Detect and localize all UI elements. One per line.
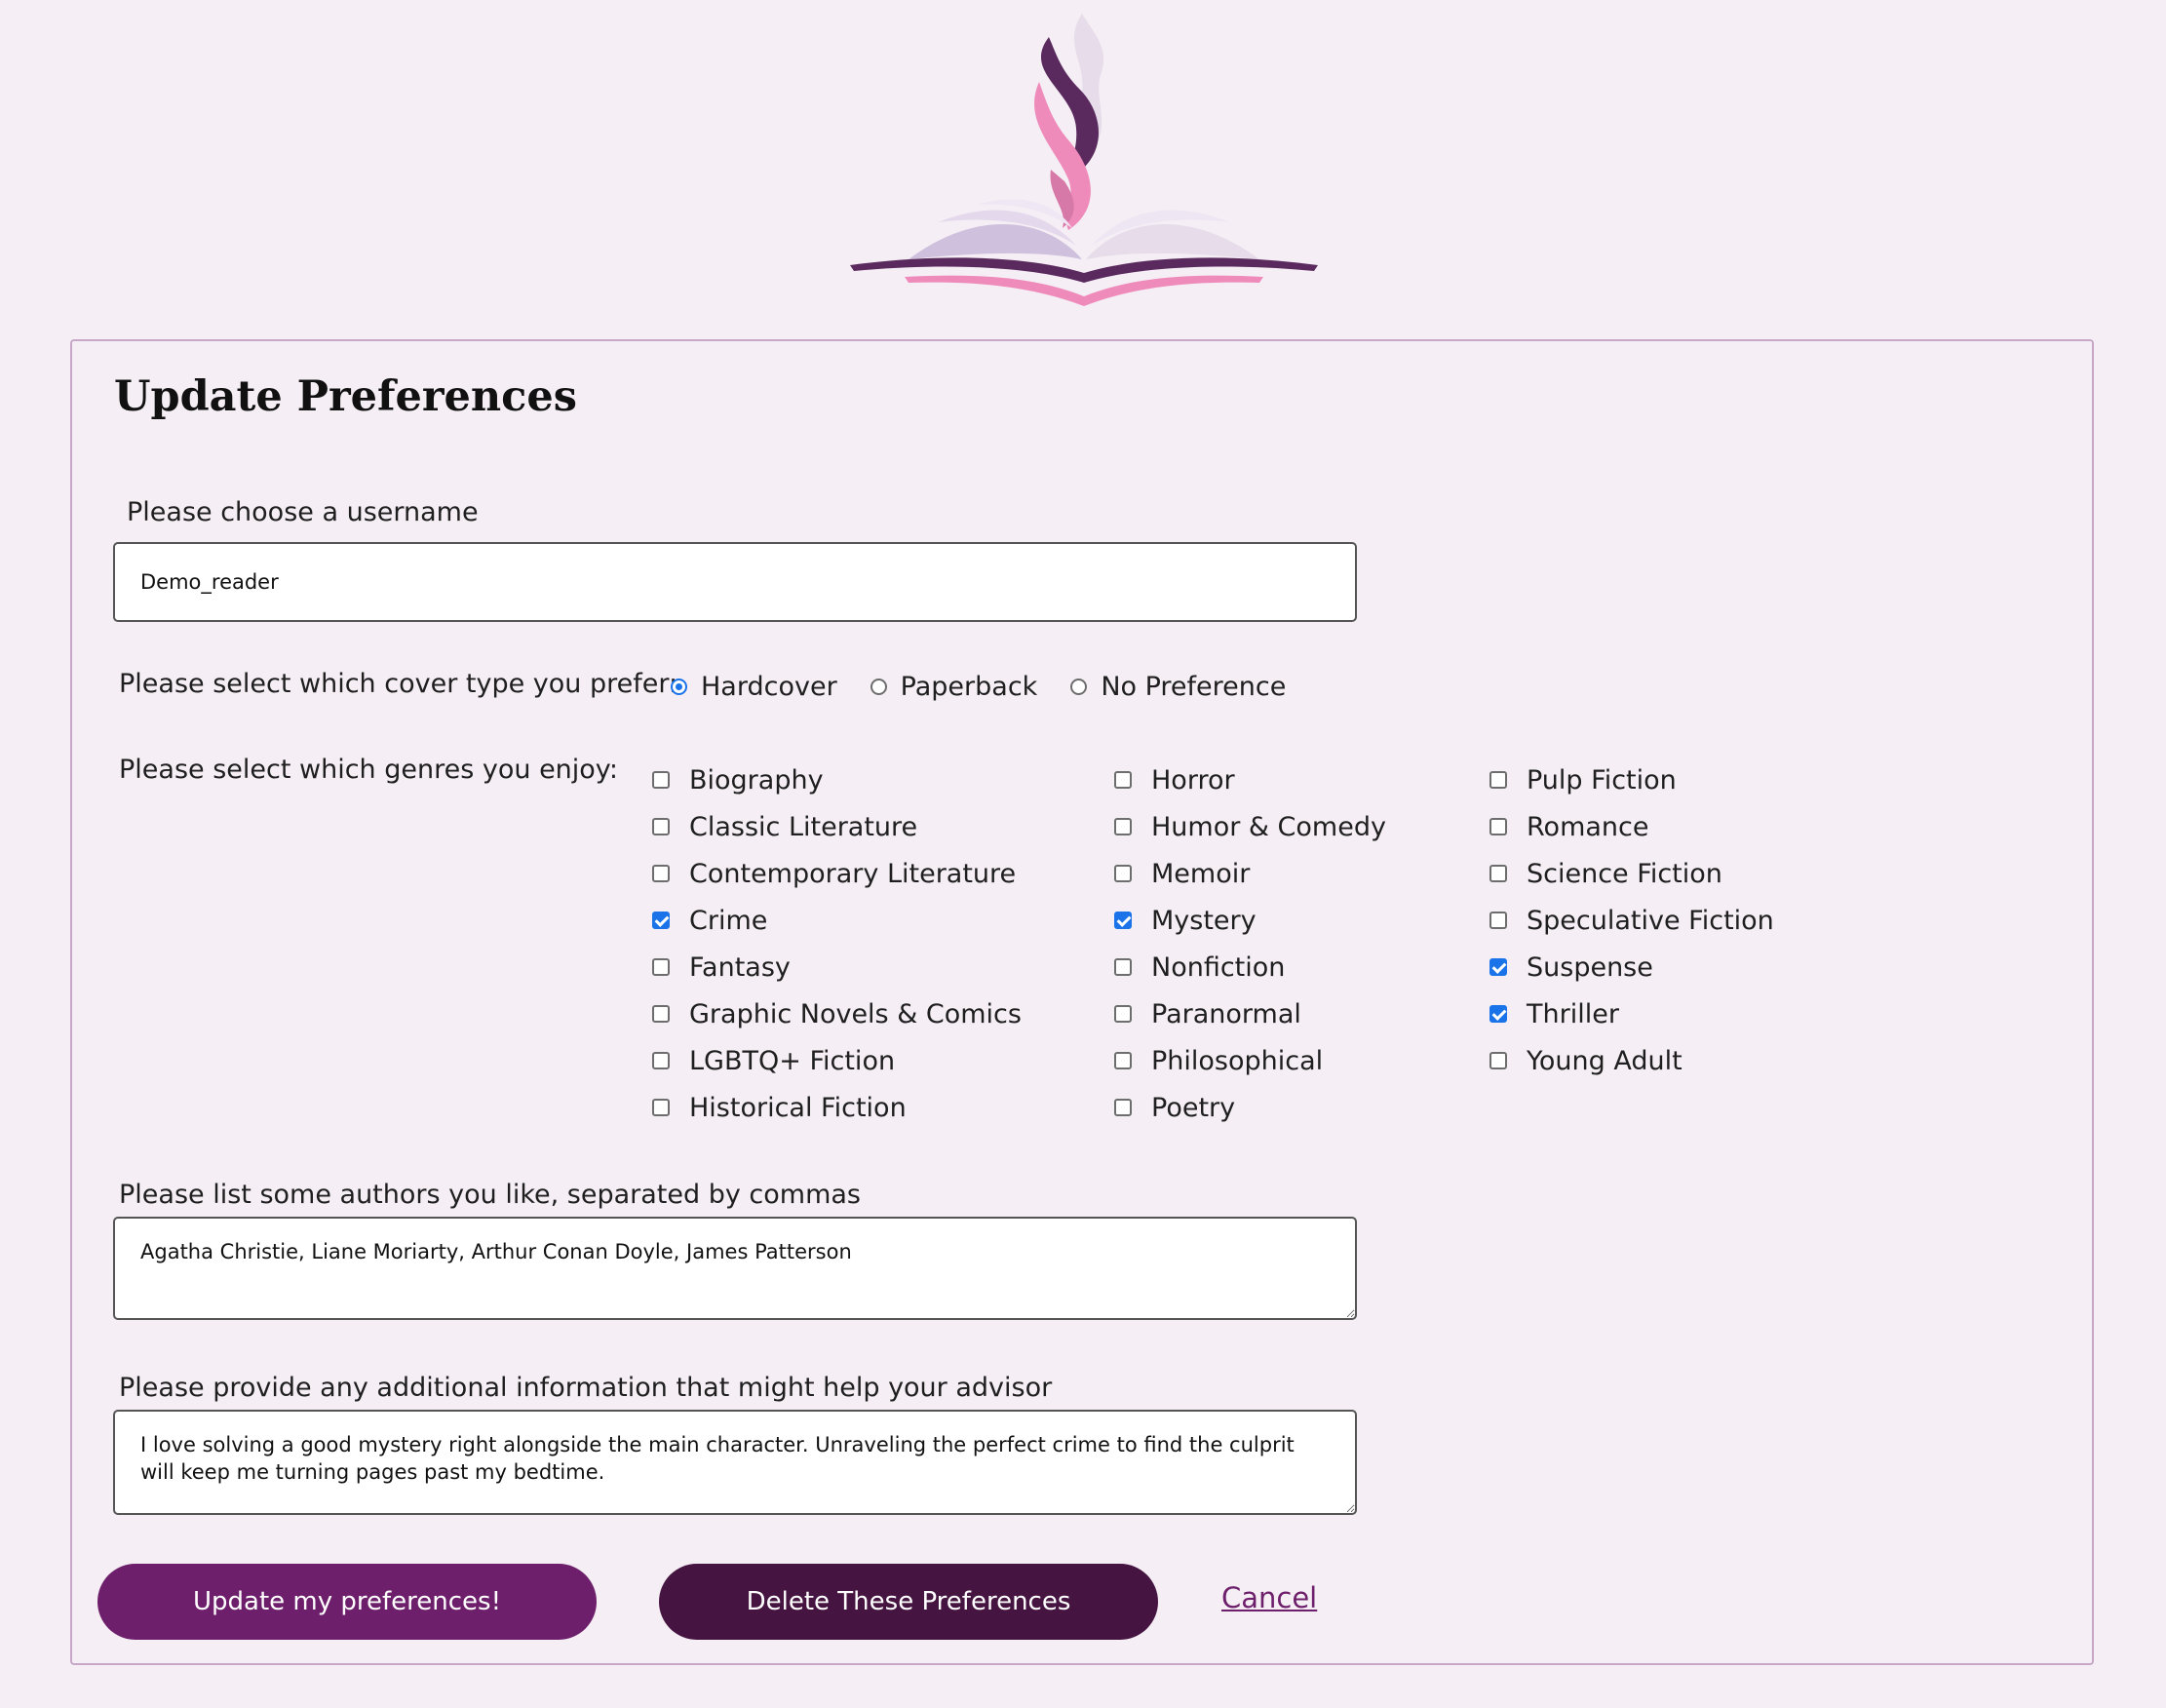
genre-label-thriller[interactable]: Thriller <box>1527 999 1619 1029</box>
genre-checkbox-philosophical[interactable]: Philosophical <box>1114 1037 1386 1084</box>
genre-label-romance[interactable]: Romance <box>1527 812 1648 842</box>
genre-label-lgbtq-fiction[interactable]: LGBTQ+ Fiction <box>689 1046 895 1076</box>
radio-hardcover[interactable]: Hardcover <box>671 672 837 702</box>
checkbox-poetry[interactable] <box>1114 1099 1132 1116</box>
genre-checkbox-pulp-fiction[interactable]: Pulp Fiction <box>1489 757 1774 803</box>
authors-label: Please list some authors you like, separ… <box>119 1180 861 1210</box>
genre-checkbox-horror[interactable]: Horror <box>1114 757 1386 803</box>
checkbox-philosophical[interactable] <box>1114 1052 1132 1069</box>
genres-label: Please select which genres you enjoy: <box>119 755 618 785</box>
radio-no-preference-label[interactable]: No Preference <box>1101 672 1286 702</box>
checkbox-horror[interactable] <box>1114 771 1132 789</box>
delete-preferences-button[interactable]: Delete These Preferences <box>659 1564 1158 1640</box>
genre-label-contemporary-literature[interactable]: Contemporary Literature <box>689 859 1016 889</box>
checkbox-contemporary-literature[interactable] <box>652 865 670 882</box>
genre-checkbox-young-adult[interactable]: Young Adult <box>1489 1037 1774 1084</box>
checkbox-nonfiction[interactable] <box>1114 958 1132 976</box>
checkbox-fantasy[interactable] <box>652 958 670 976</box>
page-title: Update Preferences <box>114 372 577 421</box>
radio-hardcover-indicator[interactable] <box>671 678 687 695</box>
checkbox-pulp-fiction[interactable] <box>1489 771 1507 789</box>
genre-checkbox-speculative-fiction[interactable]: Speculative Fiction <box>1489 897 1774 944</box>
genre-checkbox-mystery[interactable]: Mystery <box>1114 897 1386 944</box>
genre-checkbox-lgbtq-fiction[interactable]: LGBTQ+ Fiction <box>652 1037 1022 1084</box>
radio-paperback-indicator[interactable] <box>870 678 887 695</box>
genre-checkbox-romance[interactable]: Romance <box>1489 803 1774 850</box>
genre-checkbox-graphic-novels-comics[interactable]: Graphic Novels & Comics <box>652 990 1022 1037</box>
genre-checkbox-historical-fiction[interactable]: Historical Fiction <box>652 1084 1022 1131</box>
genre-label-graphic-novels-comics[interactable]: Graphic Novels & Comics <box>689 999 1022 1029</box>
update-preferences-button[interactable]: Update my preferences! <box>97 1564 597 1640</box>
genre-column-3: Pulp Fiction Romance Science Fiction Specul… <box>1489 757 1774 1084</box>
cancel-link[interactable]: Cancel <box>1221 1581 1317 1614</box>
checkbox-speculative-fiction[interactable] <box>1489 912 1507 929</box>
genre-checkbox-biography[interactable]: Biography <box>652 757 1022 803</box>
checkbox-historical-fiction[interactable] <box>652 1099 670 1116</box>
genre-checkbox-fantasy[interactable]: Fantasy <box>652 944 1022 990</box>
checkbox-paranormal[interactable] <box>1114 1005 1132 1023</box>
cover-type-radio-group: Hardcover Paperback No Preference <box>671 667 1319 706</box>
genre-label-mystery[interactable]: Mystery <box>1151 906 1257 936</box>
genre-checkbox-thriller[interactable]: Thriller <box>1489 990 1774 1037</box>
checkbox-romance[interactable] <box>1489 818 1507 835</box>
genre-checkbox-poetry[interactable]: Poetry <box>1114 1084 1386 1131</box>
checkbox-memoir[interactable] <box>1114 865 1132 882</box>
genre-label-biography[interactable]: Biography <box>689 765 824 796</box>
genre-label-historical-fiction[interactable]: Historical Fiction <box>689 1093 907 1123</box>
radio-no-preference-indicator[interactable] <box>1070 678 1088 695</box>
checkbox-humor-comedy[interactable] <box>1114 818 1132 835</box>
checkbox-science-fiction[interactable] <box>1489 865 1507 882</box>
additional-info-textarea[interactable]: I love solving a good mystery right alon… <box>113 1410 1357 1515</box>
checkbox-thriller[interactable] <box>1489 1005 1507 1023</box>
radio-hardcover-label[interactable]: Hardcover <box>701 672 837 702</box>
cover-type-label: Please select which cover type you prefe… <box>119 669 678 699</box>
genre-label-speculative-fiction[interactable]: Speculative Fiction <box>1527 906 1774 936</box>
username-label: Please choose a username <box>127 497 479 527</box>
checkbox-classic-literature[interactable] <box>652 818 670 835</box>
genre-checkbox-contemporary-literature[interactable]: Contemporary Literature <box>652 850 1022 897</box>
book-flame-logo <box>850 14 1318 306</box>
genre-label-classic-literature[interactable]: Classic Literature <box>689 812 917 842</box>
genre-label-paranormal[interactable]: Paranormal <box>1151 999 1301 1029</box>
genre-label-fantasy[interactable]: Fantasy <box>689 952 791 983</box>
checkbox-young-adult[interactable] <box>1489 1052 1507 1069</box>
checkbox-lgbtq-fiction[interactable] <box>652 1052 670 1069</box>
checkbox-mystery[interactable] <box>1114 912 1132 929</box>
genre-checkbox-humor-comedy[interactable]: Humor & Comedy <box>1114 803 1386 850</box>
radio-paperback-label[interactable]: Paperback <box>901 672 1038 702</box>
radio-no-preference[interactable]: No Preference <box>1070 672 1286 702</box>
genre-checkbox-science-fiction[interactable]: Science Fiction <box>1489 850 1774 897</box>
checkbox-biography[interactable] <box>652 771 670 789</box>
genre-label-poetry[interactable]: Poetry <box>1151 1093 1235 1123</box>
genre-checkbox-suspense[interactable]: Suspense <box>1489 944 1774 990</box>
genre-column-1: Biography Classic Literature Contemporary … <box>652 757 1022 1131</box>
genre-label-nonfiction[interactable]: Nonfiction <box>1151 952 1285 983</box>
checkbox-suspense[interactable] <box>1489 958 1507 976</box>
genre-checkbox-paranormal[interactable]: Paranormal <box>1114 990 1386 1037</box>
genre-label-pulp-fiction[interactable]: Pulp Fiction <box>1527 765 1677 796</box>
genre-label-suspense[interactable]: Suspense <box>1527 952 1653 983</box>
genre-checkbox-memoir[interactable]: Memoir <box>1114 850 1386 897</box>
genre-checkbox-nonfiction[interactable]: Nonfiction <box>1114 944 1386 990</box>
genre-label-philosophical[interactable]: Philosophical <box>1151 1046 1323 1076</box>
genre-label-crime[interactable]: Crime <box>689 906 767 936</box>
genre-checkbox-crime[interactable]: Crime <box>652 897 1022 944</box>
genre-label-young-adult[interactable]: Young Adult <box>1527 1046 1683 1076</box>
genre-checkbox-classic-literature[interactable]: Classic Literature <box>652 803 1022 850</box>
authors-textarea[interactable]: Agatha Christie, Liane Moriarty, Arthur … <box>113 1217 1357 1320</box>
radio-paperback[interactable]: Paperback <box>870 672 1038 702</box>
genre-column-2: Horror Humor & Comedy Memoir Mystery Nonfict… <box>1114 757 1386 1131</box>
checkbox-crime[interactable] <box>652 912 670 929</box>
genre-label-horror[interactable]: Horror <box>1151 765 1235 796</box>
genre-label-humor-comedy[interactable]: Humor & Comedy <box>1151 812 1386 842</box>
username-input[interactable] <box>113 542 1357 622</box>
checkbox-graphic-novels-comics[interactable] <box>652 1005 670 1023</box>
genre-label-science-fiction[interactable]: Science Fiction <box>1527 859 1722 889</box>
additional-info-label: Please provide any additional informatio… <box>119 1373 1053 1403</box>
genre-label-memoir[interactable]: Memoir <box>1151 859 1250 889</box>
